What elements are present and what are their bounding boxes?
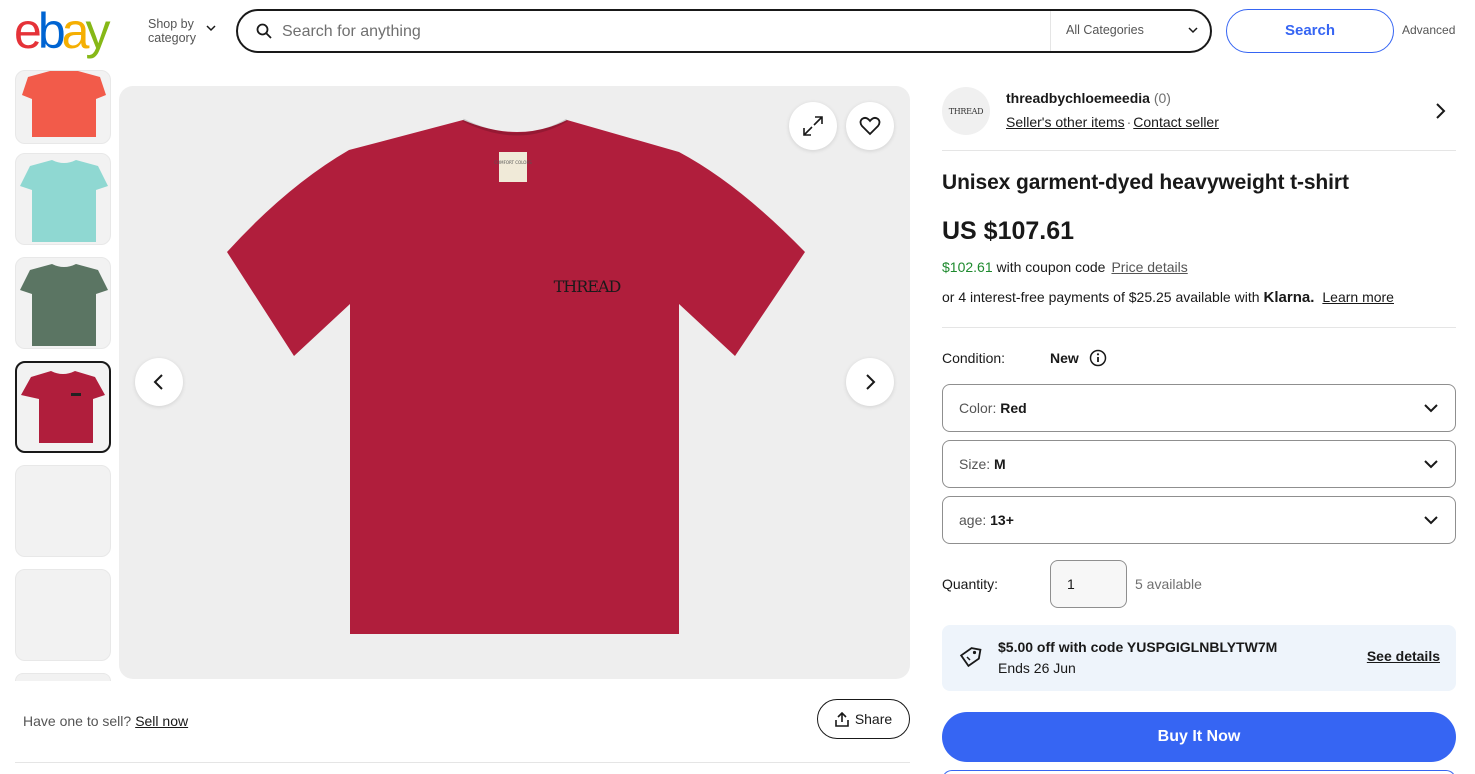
coupon-banner: $5.00 off with code YUSPGIGLNBLYTW7M End…	[942, 625, 1456, 691]
thumbnail-1[interactable]	[15, 70, 111, 144]
ebay-logo[interactable]: ebay	[14, 6, 110, 56]
tshirt-thumbnail-image	[20, 160, 108, 242]
next-image-button[interactable]	[846, 358, 894, 406]
tshirt-thumbnail-image	[20, 264, 108, 346]
sell-now-link[interactable]: Sell now	[135, 713, 188, 729]
chevron-down-icon	[1424, 404, 1438, 413]
item-title: Unisex garment-dyed heavyweight t-shirt	[942, 171, 1349, 194]
price-details-link[interactable]: Price details	[1111, 259, 1187, 275]
condition-value: New	[1050, 350, 1079, 366]
chevron-right-icon	[866, 374, 876, 390]
thumbnail-5[interactable]	[15, 465, 111, 557]
tshirt-image: COMFORT COLORS THREAD	[227, 118, 805, 634]
shop-by-line1: Shop by	[148, 17, 194, 31]
chevron-right-icon[interactable]	[1434, 102, 1446, 120]
chevron-down-icon	[1424, 516, 1438, 525]
klarna-line: or 4 interest-free payments of $25.25 av…	[942, 289, 1394, 306]
heart-icon	[859, 116, 881, 136]
seller-links: Seller's other items · Contact seller	[1006, 114, 1219, 130]
klarna-logo: Klarna.	[1263, 289, 1315, 306]
share-label: Share	[854, 711, 893, 727]
color-select[interactable]: Color: Red	[942, 384, 1456, 432]
thumbnail-7[interactable]	[15, 673, 111, 681]
seller-avatar[interactable]: THREAD	[942, 87, 990, 135]
tshirt-thumbnail-image	[21, 371, 105, 443]
seller-other-items-link[interactable]: Seller's other items	[1006, 114, 1125, 130]
chevron-down-icon	[1424, 460, 1438, 469]
divider	[15, 762, 910, 763]
item-price: US $107.61	[942, 217, 1075, 245]
have-one-text: Have one to sell?	[23, 713, 132, 729]
coupon-price-line: $102.61 with coupon code Price details	[942, 259, 1188, 275]
condition-label: Condition:	[942, 350, 1006, 366]
thumbnail-2[interactable]	[15, 153, 111, 245]
divider	[1050, 11, 1051, 51]
size-select[interactable]: Size: M	[942, 440, 1456, 488]
tag-icon	[959, 647, 982, 668]
advanced-search-link[interactable]: Advanced	[1402, 23, 1455, 37]
neck-label-text: COMFORT COLORS	[494, 160, 532, 165]
search-bar: All Categories	[236, 9, 1212, 53]
divider	[942, 150, 1456, 151]
search-input[interactable]	[282, 19, 1042, 45]
info-icon[interactable]	[1089, 349, 1107, 367]
expand-button[interactable]	[789, 102, 837, 150]
learn-more-link[interactable]: Learn more	[1322, 289, 1394, 305]
category-select[interactable]: All Categories	[1066, 23, 1144, 37]
previous-image-button[interactable]	[135, 358, 183, 406]
share-button[interactable]: Share	[817, 699, 910, 739]
shop-by-category-button[interactable]: Shop by category	[148, 17, 216, 45]
share-icon	[835, 711, 849, 727]
thumbnail-6[interactable]	[15, 569, 111, 661]
chevron-down-icon	[1188, 27, 1198, 34]
quantity-input[interactable]	[1050, 560, 1127, 608]
search-icon	[256, 23, 272, 39]
thumbnail-3[interactable]	[15, 257, 111, 349]
divider	[942, 327, 1456, 328]
search-button[interactable]: Search	[1226, 9, 1394, 53]
main-product-image[interactable]: COMFORT COLORS THREAD	[119, 86, 910, 679]
watchlist-button[interactable]	[846, 102, 894, 150]
quantity-available: 5 available	[1135, 576, 1202, 592]
thumbnail-4-selected[interactable]	[15, 361, 111, 453]
sell-prompt: Have one to sell? Sell now	[23, 713, 188, 729]
expand-icon	[803, 116, 823, 136]
quantity-label: Quantity:	[942, 576, 999, 592]
seller-feedback-count: (0)	[1153, 90, 1171, 106]
chevron-left-icon	[153, 374, 163, 390]
shop-by-line2: category	[148, 31, 196, 45]
age-select[interactable]: age: 13+	[942, 496, 1456, 544]
seller-name[interactable]: threadbychloemeedia (0)	[1006, 90, 1171, 106]
contact-seller-link[interactable]: Contact seller	[1133, 114, 1219, 130]
coupon-ends: Ends 26 Jun	[998, 660, 1076, 676]
tshirt-thumbnail-image	[22, 71, 106, 137]
chevron-down-icon	[206, 25, 216, 32]
separator: ·	[1126, 114, 1132, 130]
coupon-price: $102.61	[942, 259, 993, 275]
see-details-link[interactable]: See details	[1367, 648, 1440, 664]
shirt-print-text: THREAD	[554, 277, 621, 296]
add-to-cart-button[interactable]	[942, 770, 1456, 774]
coupon-title: $5.00 off with code YUSPGIGLNBLYTW7M	[998, 639, 1278, 655]
buy-it-now-button[interactable]: Buy It Now	[942, 712, 1456, 762]
